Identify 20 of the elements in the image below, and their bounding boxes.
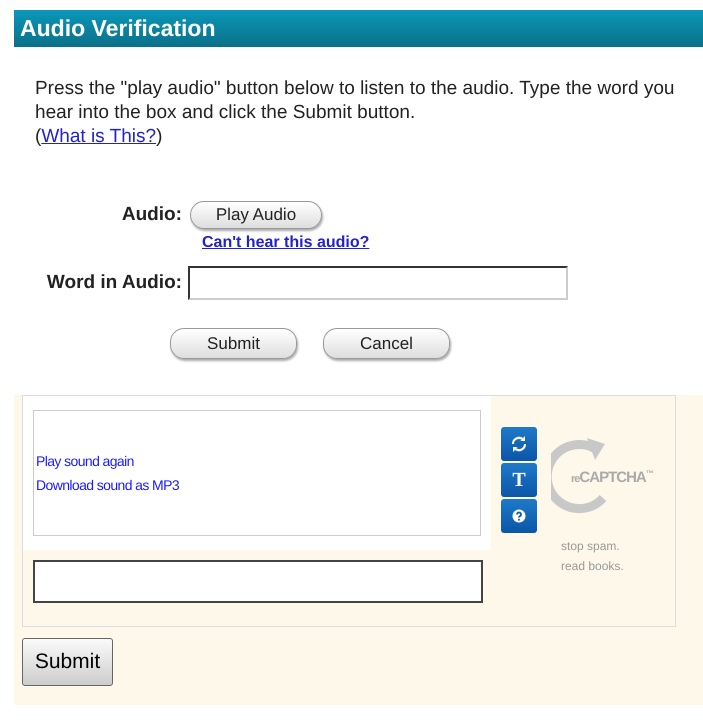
captcha-link[interactable]: Play sound again (36, 453, 480, 469)
slogan-text: read books. (561, 558, 625, 574)
help-icon[interactable] (501, 499, 537, 533)
word-input-field[interactable] (188, 266, 568, 300)
reload-icon[interactable] (501, 427, 537, 461)
captcha-submit-button[interactable]: Submit (22, 638, 113, 686)
slogan-text: stop spam. (561, 538, 621, 554)
recaptcha-logo: reCAPTCHA$^{™}$ (551, 436, 661, 518)
text-mode-button[interactable]: T (501, 463, 537, 497)
instructions-text: Press the "play audio" button below to listen to the audio. Type the word you hear into the box and click the Submit button. (What is This?) (35, 77, 675, 149)
captcha-input-field[interactable] (33, 560, 483, 603)
word-label: Word in Audio: (46, 272, 183, 294)
play-audio-button[interactable]: Play Audio (190, 201, 322, 229)
cancel-button[interactable]: Cancel (323, 328, 450, 359)
what-is-this-link[interactable]: What is This? (41, 126, 156, 147)
captcha-link[interactable]: Download sound as MP3 (36, 477, 480, 493)
cant-hear-link[interactable]: Can't hear this audio? (202, 234, 370, 252)
audio-label: Audio: (120, 204, 183, 226)
submit-button[interactable]: Submit (170, 328, 297, 359)
page-title: Audio Verification (20, 15, 216, 42)
